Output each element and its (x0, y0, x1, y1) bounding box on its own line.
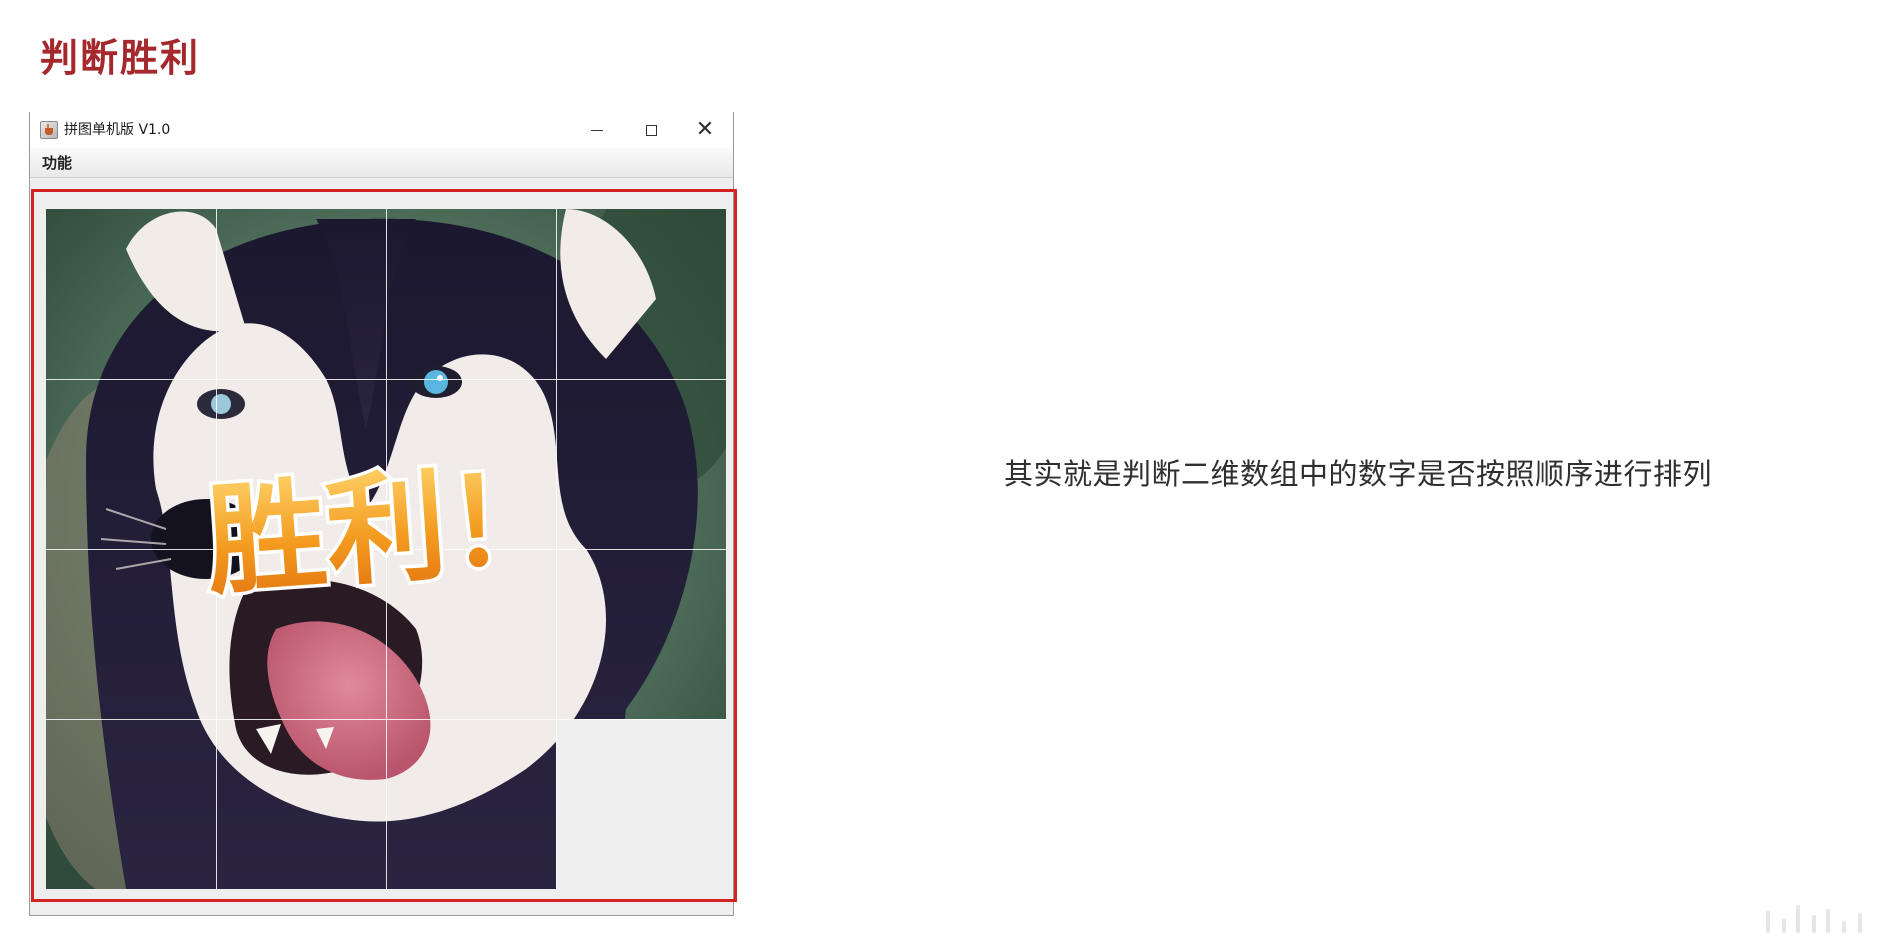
menubar: 功能 (30, 148, 733, 178)
puzzle-tile[interactable] (46, 379, 216, 549)
window-title: 拼图单机版 V1.0 (64, 122, 171, 138)
puzzle-tile[interactable] (216, 379, 386, 549)
puzzle-tile[interactable] (386, 549, 556, 719)
puzzle-tile[interactable] (216, 719, 386, 889)
puzzle-tile[interactable] (46, 719, 216, 889)
menu-function[interactable]: 功能 (40, 153, 74, 173)
close-icon: ✕ (695, 117, 715, 142)
java-cup-icon (40, 121, 58, 139)
puzzle-tile[interactable] (46, 209, 216, 379)
minimize-button[interactable] (570, 112, 624, 148)
puzzle-game-window: 拼图单机版 V1.0 ✕ 功能 胜利！ (29, 112, 737, 916)
puzzle-tile[interactable] (386, 719, 556, 889)
puzzle-tile[interactable] (216, 549, 386, 719)
grid-line (46, 719, 726, 720)
grid-line (46, 549, 726, 550)
slide-caption: 其实就是判断二维数组中的数字是否按照顺序进行排列 (1004, 457, 1713, 491)
maximize-icon (645, 124, 657, 136)
puzzle-tile[interactable] (46, 549, 216, 719)
puzzle-board: 胜利！ (46, 209, 726, 889)
puzzle-tile[interactable] (386, 209, 556, 379)
puzzle-tile[interactable] (216, 209, 386, 379)
grid-line (556, 209, 557, 889)
puzzle-tile[interactable] (556, 209, 726, 379)
puzzle-tile[interactable] (386, 379, 556, 549)
close-button[interactable]: ✕ (678, 112, 732, 148)
maximize-button[interactable] (624, 112, 678, 148)
empty-tile (556, 719, 726, 889)
watermark (1760, 895, 1880, 933)
puzzle-tile[interactable] (556, 379, 726, 549)
slide-title: 判断胜利 (40, 36, 201, 80)
minimize-icon (591, 129, 603, 131)
window-titlebar[interactable]: 拼图单机版 V1.0 ✕ (30, 112, 733, 148)
puzzle-tile[interactable] (556, 549, 726, 719)
